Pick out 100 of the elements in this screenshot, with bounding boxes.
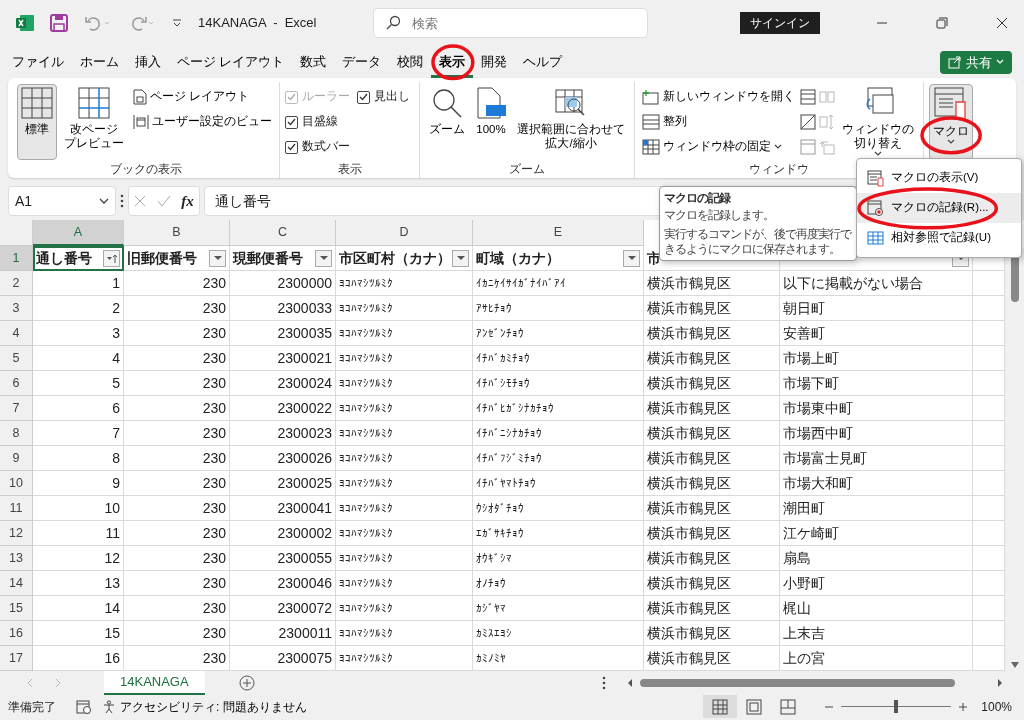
hide-icon[interactable] bbox=[800, 114, 816, 130]
table-cell: 横浜市鶴見区 bbox=[644, 421, 780, 446]
slider-thumb[interactable] bbox=[894, 700, 899, 713]
customize-caret-icon[interactable] bbox=[172, 18, 182, 28]
row-header[interactable]: 13 bbox=[0, 546, 33, 571]
ribbon-button[interactable]: ウィンドウの 切り替え bbox=[838, 84, 918, 160]
scroll-down-icon[interactable] bbox=[1010, 661, 1020, 669]
table-cell: 2300033 bbox=[230, 296, 336, 321]
column-header[interactable]: D bbox=[336, 220, 473, 246]
name-box[interactable]: A1 bbox=[8, 186, 116, 216]
sign-in-button[interactable]: サインイン bbox=[740, 12, 820, 34]
filter-button[interactable] bbox=[209, 249, 226, 267]
table-cell: 2300011 bbox=[230, 621, 336, 646]
split-icon[interactable] bbox=[800, 89, 816, 105]
row-header[interactable]: 15 bbox=[0, 596, 33, 621]
row-header[interactable]: 9 bbox=[0, 446, 33, 471]
caret-icon bbox=[212, 255, 223, 261]
menu-tab[interactable]: ページ レイアウト bbox=[169, 50, 293, 78]
row-header[interactable]: 3 bbox=[0, 296, 33, 321]
menu-tab[interactable]: ヘルプ bbox=[515, 50, 571, 78]
menu-tab[interactable]: ホーム bbox=[72, 50, 127, 78]
table-cell: ｶｼﾞﾔﾏ bbox=[473, 596, 644, 621]
insert-function-button[interactable]: fx bbox=[181, 189, 194, 213]
zoom-in-icon[interactable] bbox=[959, 702, 968, 711]
row-header[interactable]: 8 bbox=[0, 421, 33, 446]
ribbon-button[interactable]: ウィンドウ枠の固定 bbox=[640, 136, 797, 158]
table-cell: 横浜市鶴見区 bbox=[644, 521, 780, 546]
table-cell: 市場東中町 bbox=[780, 396, 973, 421]
menu-tab[interactable]: 開発 bbox=[473, 50, 516, 78]
row-header[interactable]: 11 bbox=[0, 496, 33, 521]
row-header[interactable]: 4 bbox=[0, 321, 33, 346]
ribbon-button[interactable]: 新しいウィンドウを開く bbox=[640, 86, 797, 108]
filter-button[interactable] bbox=[623, 249, 640, 267]
table-cell: 8 bbox=[33, 446, 124, 471]
share-button[interactable]: 共有 bbox=[940, 50, 1012, 74]
checkbox[interactable] bbox=[285, 140, 298, 154]
caret-icon bbox=[455, 255, 466, 261]
ribbon-button[interactable]: ページ レイアウト bbox=[131, 86, 274, 108]
restore-icon[interactable] bbox=[936, 17, 948, 29]
ribbon-button[interactable]: ズーム bbox=[425, 84, 469, 160]
sheet-tab[interactable]: 14KANAGA bbox=[104, 671, 205, 695]
row-header[interactable]: 14 bbox=[0, 571, 33, 596]
macro-record-status-icon[interactable] bbox=[76, 699, 92, 714]
ribbon-button[interactable]: 100% bbox=[472, 84, 510, 160]
more-options-icon[interactable] bbox=[602, 676, 606, 690]
ribbon-button[interactable]: 整列 bbox=[640, 111, 797, 133]
macro-icon bbox=[934, 87, 968, 121]
table-cell: 市場上町 bbox=[780, 346, 973, 371]
search-field[interactable]: 検索 bbox=[372, 8, 648, 38]
filter-button[interactable] bbox=[452, 249, 469, 267]
menu-tab[interactable]: データ bbox=[334, 50, 390, 78]
table-cell: 市場大和町 bbox=[780, 471, 973, 496]
row-header[interactable]: 10 bbox=[0, 471, 33, 496]
table-cell: 230 bbox=[124, 396, 230, 421]
more-options-icon[interactable] bbox=[120, 194, 124, 208]
menu-tab[interactable]: 校閲 bbox=[389, 50, 432, 78]
row-header[interactable]: 12 bbox=[0, 521, 33, 546]
undo-icon[interactable] bbox=[84, 14, 112, 32]
row-header[interactable]: 1 bbox=[0, 246, 33, 271]
zoom-level[interactable]: 100% bbox=[981, 697, 1012, 716]
menu-item[interactable]: マクロの記録(R)... bbox=[857, 193, 1021, 223]
menu-tab[interactable]: ファイル bbox=[4, 50, 72, 78]
checkbox[interactable] bbox=[357, 90, 370, 104]
table-cell: ﾖｺﾊﾏｼﾂﾙﾐｸ bbox=[336, 546, 473, 571]
close-icon[interactable] bbox=[996, 17, 1008, 29]
row-header[interactable]: 17 bbox=[0, 646, 33, 671]
view-button[interactable] bbox=[703, 695, 738, 718]
table-cell: 横浜市鶴見区 bbox=[644, 596, 780, 621]
table-cell: 上末吉 bbox=[780, 621, 973, 646]
ribbon-button[interactable]: 標準 bbox=[17, 84, 57, 160]
column-header[interactable]: B bbox=[124, 220, 230, 246]
excel-logo-icon[interactable] bbox=[16, 14, 34, 32]
row-header[interactable]: 7 bbox=[0, 396, 33, 421]
row-header[interactable]: 2 bbox=[0, 271, 33, 296]
column-header[interactable]: C bbox=[230, 220, 336, 246]
table-cell: 2300035 bbox=[230, 321, 336, 346]
menu-tab[interactable]: 挿入 bbox=[127, 50, 169, 78]
menu-tab[interactable]: 数式 bbox=[292, 50, 335, 78]
table-cell: 梶山 bbox=[780, 596, 973, 621]
column-header[interactable]: E bbox=[473, 220, 644, 246]
row-header[interactable]: 6 bbox=[0, 371, 33, 396]
ribbon-button[interactable]: 選択範囲に合わせて 拡大/縮小 bbox=[513, 84, 629, 160]
checkbox[interactable] bbox=[285, 115, 298, 129]
ribbon-button[interactable]: 改ページ プレビュー bbox=[60, 84, 128, 160]
table-cell: 11 bbox=[33, 521, 124, 546]
table-cell: ﾖｺﾊﾏｼﾂﾙﾐｸ bbox=[336, 321, 473, 346]
table-cell: 10 bbox=[33, 496, 124, 521]
filter-button[interactable] bbox=[103, 249, 120, 267]
column-header[interactable]: A bbox=[33, 220, 124, 246]
accessibility-status[interactable]: アクセシビリティ: 問題ありません bbox=[102, 697, 307, 716]
menu-item[interactable]: 相対参照で記録(U) bbox=[857, 223, 1021, 253]
filter-button[interactable] bbox=[315, 249, 332, 267]
page-layout-icon bbox=[746, 698, 763, 715]
checkbox-label: ルーラー bbox=[302, 89, 350, 105]
caret-icon bbox=[318, 255, 329, 261]
save-icon[interactable] bbox=[50, 14, 68, 32]
row-header[interactable]: 5 bbox=[0, 346, 33, 371]
add-sheet-icon[interactable] bbox=[238, 675, 255, 691]
row-header[interactable]: 16 bbox=[0, 621, 33, 646]
ribbon-button[interactable]: ユーザー設定のビュー bbox=[131, 111, 274, 133]
